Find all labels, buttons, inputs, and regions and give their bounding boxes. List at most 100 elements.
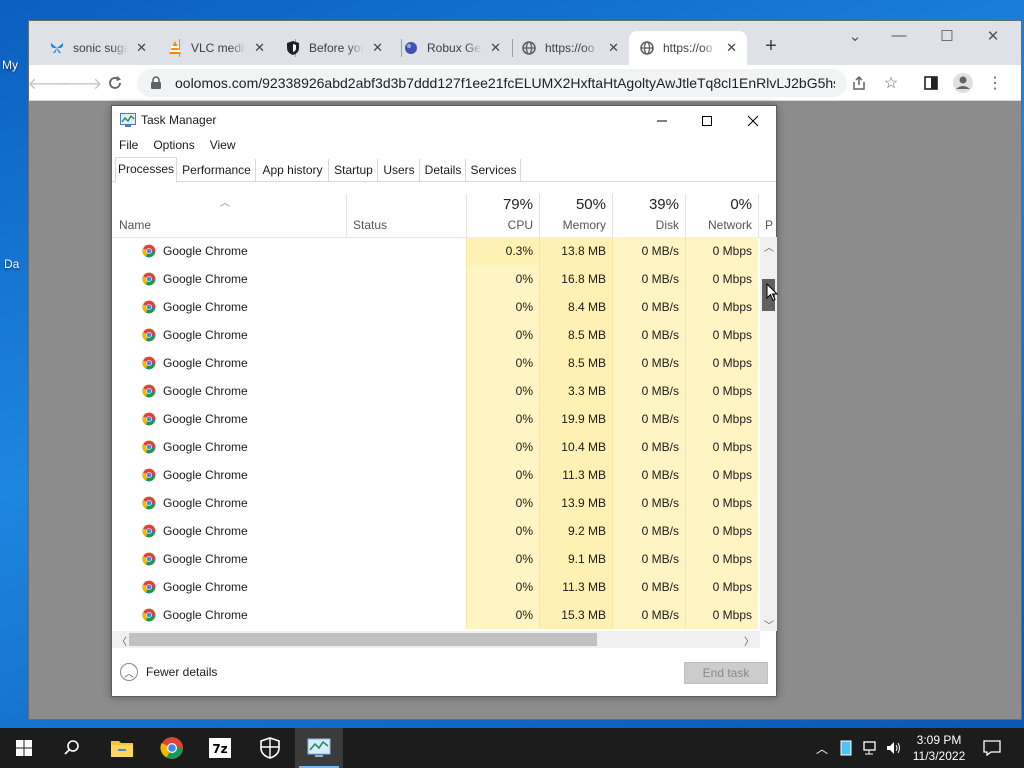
file-explorer-icon[interactable] xyxy=(98,728,146,768)
tab-startup[interactable]: Startup xyxy=(330,159,378,182)
table-row[interactable]: Google Chrome 0% 3.3 MB 0 MB/s 0 Mbps xyxy=(112,377,760,405)
desktop-icon-label-da[interactable]: Da xyxy=(4,257,19,271)
close-icon[interactable]: ✕ xyxy=(726,40,737,56)
process-cpu: 0% xyxy=(466,433,539,461)
process-disk: 0 MB/s xyxy=(612,461,685,489)
column-status-header[interactable]: Status xyxy=(346,194,466,238)
table-row[interactable]: Google Chrome 0% 9.2 MB 0 MB/s 0 Mbps xyxy=(112,517,760,545)
table-row[interactable]: Google Chrome 0% 19.9 MB 0 MB/s 0 Mbps xyxy=(112,405,760,433)
search-icon[interactable] xyxy=(48,728,96,768)
menu-options[interactable]: Options xyxy=(146,136,202,156)
browser-tab-3[interactable]: Before you ✕ xyxy=(275,31,393,65)
side-panel-icon[interactable] xyxy=(919,71,943,95)
column-name[interactable]: Name xyxy=(119,218,151,232)
close-icon[interactable]: ✕ xyxy=(136,40,147,56)
security-icon[interactable] xyxy=(246,728,294,768)
tab-services[interactable]: Services xyxy=(467,159,521,182)
tab-users[interactable]: Users xyxy=(379,159,420,182)
table-row[interactable]: Google Chrome 0% 11.3 MB 0 MB/s 0 Mbps xyxy=(112,461,760,489)
share-icon[interactable] xyxy=(847,71,871,95)
end-task-button[interactable]: End task xyxy=(684,662,768,684)
tab-performance[interactable]: Performance xyxy=(178,159,256,182)
horizontal-scrollbar[interactable]: 〈 〉 xyxy=(112,631,760,648)
tm-maximize-button[interactable] xyxy=(687,110,727,132)
browser-tab-6-active[interactable]: https://oo ✕ xyxy=(629,31,747,65)
scroll-up-arrow-icon[interactable]: ︿ xyxy=(764,239,774,254)
scroll-right-arrow-icon[interactable]: 〉 xyxy=(744,633,754,648)
close-window-button[interactable]: ✕ xyxy=(981,27,1005,45)
table-row[interactable]: Google Chrome 0% 8.4 MB 0 MB/s 0 Mbps xyxy=(112,293,760,321)
browser-tab-5[interactable]: https://oo ✕ xyxy=(511,31,629,65)
new-tab-button[interactable]: + xyxy=(759,35,783,58)
address-bar[interactable]: oolomos.com/92338926abd2abf3d3b7ddd127f1… xyxy=(137,69,847,97)
process-disk: 0 MB/s xyxy=(612,517,685,545)
close-icon[interactable]: ✕ xyxy=(372,40,383,56)
vertical-scrollbar[interactable]: ︿ ﹀ xyxy=(760,237,778,632)
process-memory: 13.9 MB xyxy=(539,489,612,517)
bookmark-star-icon[interactable]: ☆ xyxy=(879,71,903,95)
desktop-icon-label-my[interactable]: My xyxy=(2,58,18,72)
table-row[interactable]: Google Chrome 0% 13.9 MB 0 MB/s 0 Mbps xyxy=(112,489,760,517)
url-text[interactable]: oolomos.com/92338926abd2abf3d3b7ddd127f1… xyxy=(175,75,835,91)
column-network-header[interactable]: 0% Network xyxy=(685,194,758,238)
tab-search-chevron-icon[interactable]: ⌄ xyxy=(843,27,867,45)
task-manager-title: Task Manager xyxy=(141,113,217,127)
table-row[interactable]: Google Chrome 0% 8.5 MB 0 MB/s 0 Mbps xyxy=(112,349,760,377)
back-arrow-icon[interactable]: 🡐 xyxy=(28,71,71,95)
process-memory: 9.2 MB xyxy=(539,517,612,545)
scroll-left-arrow-icon[interactable]: 〈 xyxy=(117,633,127,648)
notifications-icon[interactable] xyxy=(980,728,1004,768)
table-row[interactable]: Google Chrome 0% 8.5 MB 0 MB/s 0 Mbps xyxy=(112,321,760,349)
7zip-icon[interactable]: 7z xyxy=(196,728,244,768)
column-disk-header[interactable]: 39% Disk xyxy=(612,194,685,238)
table-row[interactable]: Google Chrome 0% 10.4 MB 0 MB/s 0 Mbps xyxy=(112,433,760,461)
fewer-details-button[interactable]: ︿ Fewer details xyxy=(120,663,217,681)
browser-tab-1[interactable]: sonic sugar ✕ xyxy=(39,31,157,65)
volume-icon[interactable] xyxy=(884,728,906,768)
horizontal-scroll-thumb[interactable] xyxy=(129,633,597,646)
close-icon[interactable]: ✕ xyxy=(608,40,619,56)
process-name: Google Chrome xyxy=(163,608,248,622)
storage-tray-icon[interactable] xyxy=(836,728,856,768)
tm-footer: ︿ Fewer details End task xyxy=(112,654,776,698)
task-manager-titlebar[interactable]: Task Manager xyxy=(112,106,776,134)
maximize-button[interactable]: ☐ xyxy=(935,27,959,45)
system-clock[interactable]: 3:09 PM 11/3/2022 xyxy=(906,732,972,764)
process-disk: 0 MB/s xyxy=(612,405,685,433)
close-icon[interactable]: ✕ xyxy=(490,40,501,56)
tm-minimize-button[interactable] xyxy=(642,110,682,132)
profile-avatar-icon[interactable] xyxy=(951,71,975,95)
tm-close-button[interactable] xyxy=(733,110,773,132)
task-manager-icon[interactable] xyxy=(295,728,343,768)
desktop: My Da sonic sugar ✕ VLC media ✕ xyxy=(0,0,1024,728)
process-memory: 13.8 MB xyxy=(539,237,612,265)
column-cpu-header[interactable]: 79% CPU xyxy=(466,194,539,238)
show-hidden-icons-chevron-icon[interactable]: ︿ xyxy=(812,728,832,768)
table-row[interactable]: Google Chrome 0.3% 13.8 MB 0 MB/s 0 Mbps xyxy=(112,237,760,265)
tab-details[interactable]: Details xyxy=(421,159,466,182)
start-button[interactable] xyxy=(0,728,48,768)
table-row[interactable]: Google Chrome 0% 16.8 MB 0 MB/s 0 Mbps xyxy=(112,265,760,293)
tab-processes[interactable]: Processes xyxy=(115,157,177,183)
table-row[interactable]: Google Chrome 0% 11.3 MB 0 MB/s 0 Mbps xyxy=(112,573,760,601)
column-memory-header[interactable]: 50% Memory xyxy=(539,194,612,238)
tab-app-history[interactable]: App history xyxy=(257,159,329,182)
browser-tab-2[interactable]: VLC media ✕ xyxy=(157,31,275,65)
minimize-button[interactable]: — xyxy=(887,27,911,44)
chrome-icon[interactable] xyxy=(148,728,196,768)
column-power-header[interactable]: P xyxy=(758,194,778,238)
network-icon[interactable] xyxy=(860,728,882,768)
process-disk: 0 MB/s xyxy=(612,433,685,461)
forward-arrow-icon[interactable]: 🡒 xyxy=(60,71,103,95)
close-icon[interactable]: ✕ xyxy=(254,40,265,56)
menu-file[interactable]: File xyxy=(112,136,146,156)
table-row[interactable]: Google Chrome 0% 15.3 MB 0 MB/s 0 Mbps xyxy=(112,601,760,629)
process-memory: 8.5 MB xyxy=(539,321,612,349)
scroll-down-arrow-icon[interactable]: ﹀ xyxy=(764,617,774,632)
kebab-menu-icon[interactable]: ⋮ xyxy=(983,71,1007,95)
browser-tab-4[interactable]: Robux Gen ✕ xyxy=(393,31,511,65)
menu-view[interactable]: View xyxy=(203,136,244,156)
table-row[interactable]: Google Chrome 0% 9.1 MB 0 MB/s 0 Mbps xyxy=(112,545,760,573)
lock-icon[interactable] xyxy=(149,76,163,90)
reload-icon[interactable] xyxy=(103,71,127,95)
